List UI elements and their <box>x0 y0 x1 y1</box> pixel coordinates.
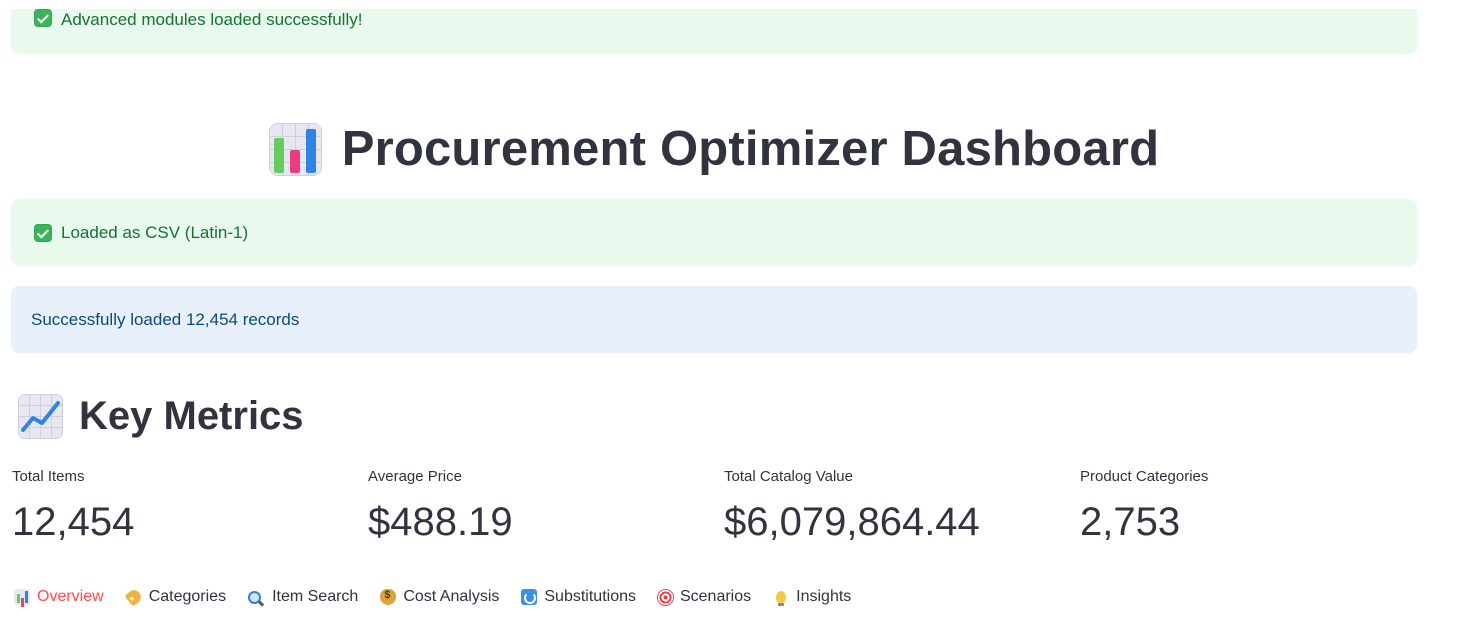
metric-value: $488.19 <box>368 500 513 544</box>
metric-value: 2,753 <box>1080 500 1181 544</box>
tag-icon <box>124 587 144 607</box>
magnifier-icon <box>248 590 262 604</box>
check-icon <box>34 223 52 242</box>
tab-categories[interactable]: Categories <box>124 587 227 607</box>
tab-label: Categories <box>148 588 227 605</box>
csv-loaded-alert: Loaded as CSV (Latin-1) <box>11 199 1417 266</box>
tab-scenarios[interactable]: Scenarios <box>657 588 752 606</box>
target-icon <box>657 589 673 605</box>
tab-label: Insights <box>796 588 852 605</box>
metric-value: 12,454 <box>12 500 135 544</box>
tab-label: Scenarios <box>679 588 752 605</box>
metric-label: Product Categories <box>1080 468 1209 485</box>
check-icon <box>34 9 52 27</box>
metric-label: Total Items <box>12 468 85 485</box>
records-loaded-text: Successfully loaded 12,454 records <box>31 309 300 329</box>
metric-label: Total Catalog Value <box>724 468 853 485</box>
tab-insights[interactable]: Insights <box>773 588 851 606</box>
metric-label: Average Price <box>368 468 462 485</box>
metric-total-items: Total Items 12,454 <box>12 466 342 546</box>
csv-loaded-text: Loaded as CSV (Latin-1) <box>61 222 249 242</box>
metric-total-catalog-value: Total Catalog Value $6,079,864.44 <box>724 466 1054 546</box>
bar-chart-icon <box>268 122 322 176</box>
tab-label: Item Search <box>272 588 359 605</box>
tab-label: Substitutions <box>544 588 636 605</box>
page-title-text: Procurement Optimizer Dashboard <box>341 122 1160 176</box>
tab-overview[interactable]: Overview <box>14 588 104 606</box>
metric-product-categories: Product Categories 2,753 <box>1080 466 1410 546</box>
tab-label: Cost Analysis <box>403 588 500 605</box>
key-metrics-title: Key Metrics <box>79 393 304 438</box>
lightbulb-icon <box>776 591 787 606</box>
line-chart-icon <box>18 393 63 439</box>
modules-loaded-text: Advanced modules loaded successfully! <box>61 10 363 29</box>
tab-label: Overview <box>37 588 104 605</box>
money-bag-icon <box>380 589 397 605</box>
modules-loaded-alert: Advanced modules loaded successfully! <box>11 9 1417 54</box>
page-title: Procurement Optimizer Dashboard <box>0 117 1417 181</box>
refresh-icon <box>521 589 538 605</box>
metric-value: $6,079,864.44 <box>724 500 980 544</box>
tab-cost-analysis[interactable]: Cost Analysis <box>380 588 499 606</box>
tab-bar: Overview Categories Item Search Cost Ana… <box>14 582 851 612</box>
tab-substitutions[interactable]: Substitutions <box>521 588 636 606</box>
records-loaded-alert: Successfully loaded 12,454 records <box>11 286 1417 353</box>
metric-average-price: Average Price $488.19 <box>368 466 698 546</box>
key-metrics-heading: Key Metrics <box>18 393 304 439</box>
bar-chart-icon <box>14 589 30 605</box>
tab-item-search[interactable]: Item Search <box>248 588 358 606</box>
